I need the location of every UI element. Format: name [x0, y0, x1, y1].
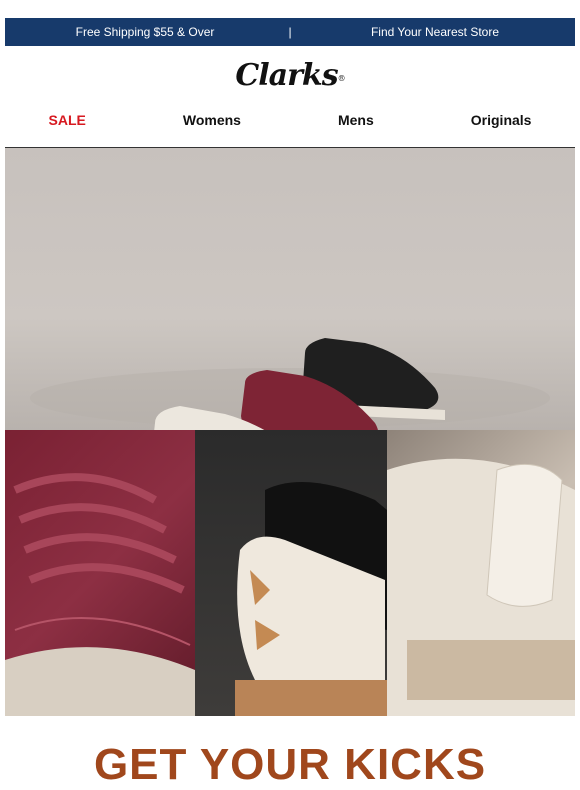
free-shipping-link[interactable]: Free Shipping $55 & Over [5, 25, 285, 39]
nav-womens[interactable]: Womens [183, 112, 241, 128]
promo-separator: | [288, 25, 292, 39]
hero-sneakers-illustration [30, 338, 550, 526]
registered-mark: ® [337, 74, 346, 83]
detail-panels [5, 430, 575, 716]
main-nav: SALE Womens Mens Originals [0, 108, 580, 132]
logo-text: Clarks [235, 58, 338, 93]
nav-originals[interactable]: Originals [471, 112, 532, 128]
nav-sale[interactable]: SALE [49, 112, 86, 128]
hero-image[interactable] [5, 147, 575, 526]
black-heel-illustration [235, 482, 387, 716]
brand-logo[interactable]: Clarks® [0, 58, 580, 93]
promo-headline: GET YOUR KICKS [93, 740, 487, 789]
promo-bar: Free Shipping $55 & Over | Find Your Nea… [5, 18, 575, 46]
detail-panel-white[interactable] [387, 430, 575, 716]
store-locator-link[interactable]: Find Your Nearest Store [295, 25, 575, 39]
nav-mens[interactable]: Mens [338, 112, 374, 128]
detail-panel-black[interactable] [195, 430, 387, 716]
detail-panel-burgundy[interactable] [5, 430, 195, 716]
white-tongue-illustration [387, 458, 575, 716]
burgundy-laces-illustration [5, 473, 195, 716]
